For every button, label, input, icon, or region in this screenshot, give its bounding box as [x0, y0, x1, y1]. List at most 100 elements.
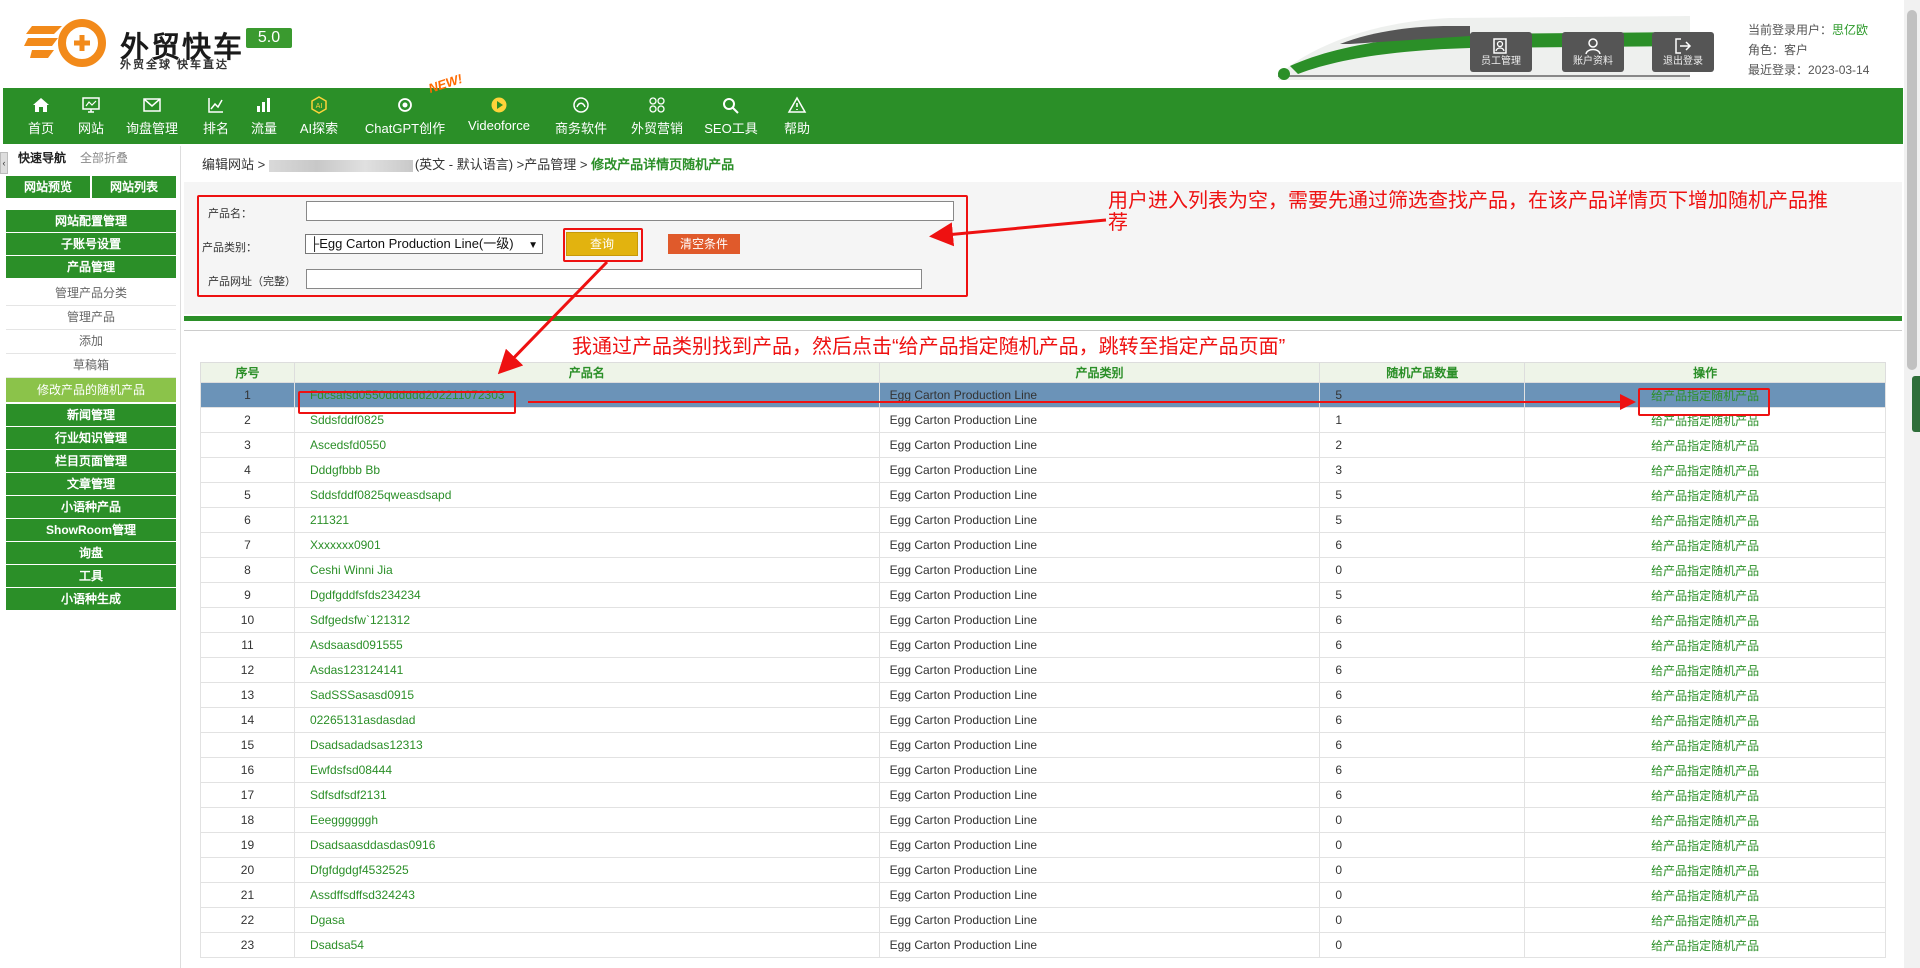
nav-item-software[interactable]: 商务软件 — [551, 88, 611, 144]
row-product-name[interactable]: 211321 — [293, 507, 880, 533]
table-row[interactable]: 23 Dsadsa54 Egg Carton Production Line 0 给产品… — [200, 932, 1886, 958]
nav-item-seo[interactable]: SEO工具 — [703, 88, 759, 144]
assign-random-product-link[interactable]: 给产品指定随机产品 — [1524, 632, 1886, 658]
sidebar-item-6[interactable]: 草稿箱 — [6, 352, 176, 378]
row-product-name[interactable]: Ewfdsfsd08444 — [293, 757, 880, 783]
assign-random-product-link[interactable]: 给产品指定随机产品 — [1524, 782, 1886, 808]
table-row[interactable]: 10 Sdfgedsfw`121312 Egg Carton Production … — [200, 607, 1886, 633]
assign-random-product-link[interactable]: 给产品指定随机产品 — [1524, 607, 1886, 633]
table-row[interactable]: 6 211321 Egg Carton Production Line 5 给产品指定随… — [200, 507, 1886, 533]
assign-random-product-link[interactable]: 给产品指定随机产品 — [1524, 757, 1886, 783]
row-product-name[interactable]: Sdfsdfsdf2131 — [293, 782, 880, 808]
nav-item-traffic[interactable]: 流量 — [247, 88, 281, 144]
product-category-select[interactable]: ├Egg Carton Production Line(一级) ▼ — [305, 234, 543, 254]
row-product-name[interactable]: Fdcsafsd0550dddddd202211072303 — [293, 382, 880, 408]
row-product-name[interactable]: Dfgfdgdgf4532525 — [293, 857, 880, 883]
table-row[interactable]: 22 Dgasa Egg Carton Production Line 0 给产品指定随… — [200, 907, 1886, 933]
row-product-name[interactable]: Ascedsfd0550 — [293, 432, 880, 458]
assign-random-product-link[interactable]: 给产品指定随机产品 — [1524, 682, 1886, 708]
assign-random-product-link[interactable]: 给产品指定随机产品 — [1524, 557, 1886, 583]
row-product-name[interactable]: Dsadsadadsas12313 — [293, 732, 880, 758]
table-row[interactable]: 2 Sddsfddf0825 Egg Carton Production Line 1… — [200, 407, 1886, 433]
breadcrumb-edit-site[interactable]: 编辑网站 > — [202, 157, 265, 172]
table-row[interactable]: 19 Dsadsaasddasdas0916 Egg Carton Producti… — [200, 832, 1886, 858]
row-product-name[interactable]: Dgdfgddfsfds234234 — [293, 582, 880, 608]
row-product-name[interactable]: Asdsaasd091555 — [293, 632, 880, 658]
query-button[interactable]: 查询 — [566, 232, 638, 256]
row-product-name[interactable]: Eeeggggggh — [293, 807, 880, 833]
assign-random-product-link[interactable]: 给产品指定随机产品 — [1524, 532, 1886, 558]
row-product-name[interactable]: Dsadsa54 — [293, 932, 880, 958]
table-row[interactable]: 21 Assdffsdffsd324243 Egg Carton Productio… — [200, 882, 1886, 908]
staff-management-button[interactable]: 员工管理 — [1470, 32, 1532, 72]
table-row[interactable]: 9 Dgdfgddfsfds234234 Egg Carton Production… — [200, 582, 1886, 608]
assign-random-product-link[interactable]: 给产品指定随机产品 — [1524, 707, 1886, 733]
sidebar-item-15[interactable]: 工具 — [6, 565, 176, 587]
breadcrumb-path[interactable]: (英文 - 默认语言) >产品管理 > — [415, 157, 588, 172]
nav-item-chatgpt[interactable]: ChatGPT创作 — [359, 88, 451, 144]
table-row[interactable]: 1 Fdcsafsd0550dddddd202211072303 Egg Carto… — [200, 382, 1886, 408]
assign-random-product-link[interactable]: 给产品指定随机产品 — [1524, 507, 1886, 533]
table-row[interactable]: 16 Ewfdsfsd08444 Egg Carton Production Lin… — [200, 757, 1886, 783]
site-preview-button[interactable]: 网站预览 — [6, 176, 90, 198]
row-product-name[interactable]: Dsadsaasddasdas0916 — [293, 832, 880, 858]
table-row[interactable]: 7 Xxxxxxx0901 Egg Carton Production Line 6 给… — [200, 532, 1886, 558]
sidebar-item-1[interactable]: 子账号设置 — [6, 233, 176, 255]
table-row[interactable]: 18 Eeeggggggh Egg Carton Production Line 0 给… — [200, 807, 1886, 833]
row-product-name[interactable]: Assdffsdffsd324243 — [293, 882, 880, 908]
logout-button[interactable]: 退出登录 — [1652, 32, 1714, 72]
assign-random-product-link[interactable]: 给产品指定随机产品 — [1524, 657, 1886, 683]
table-row[interactable]: 20 Dfgfdgdgf4532525 Egg Carton Production … — [200, 857, 1886, 883]
assign-random-product-link[interactable]: 给产品指定随机产品 — [1524, 432, 1886, 458]
row-product-name[interactable]: Ceshi Winni Jia — [293, 557, 880, 583]
sidebar-item-16[interactable]: 小语种生成 — [6, 588, 176, 610]
site-list-button[interactable]: 网站列表 — [92, 176, 176, 198]
product-url-input[interactable] — [306, 269, 922, 289]
assign-random-product-link[interactable]: 给产品指定随机产品 — [1524, 732, 1886, 758]
row-product-name[interactable]: Sddsfddf0825qweasdsapd — [293, 482, 880, 508]
scrollbar-thumb[interactable] — [1907, 10, 1917, 370]
row-product-name[interactable]: Xxxxxxx0901 — [293, 532, 880, 558]
sidebar-item-4[interactable]: 管理产品 — [6, 304, 176, 330]
table-row[interactable]: 5 Sddsfddf0825qweasdsapd Egg Carton Produc… — [200, 482, 1886, 508]
row-product-name[interactable]: Dgasa — [293, 907, 880, 933]
row-product-name[interactable]: Asdas123124141 — [293, 657, 880, 683]
row-product-name[interactable]: SadSSSasasd0915 — [293, 682, 880, 708]
assign-random-product-link[interactable]: 给产品指定随机产品 — [1524, 857, 1886, 883]
table-row[interactable]: 17 Sdfsdfsdf2131 Egg Carton Production Lin… — [200, 782, 1886, 808]
assign-random-product-link[interactable]: 给产品指定随机产品 — [1524, 832, 1886, 858]
collapse-all-link[interactable]: 全部折叠 — [80, 146, 128, 170]
table-row[interactable]: 15 Dsadsadadsas12313 Egg Carton Production… — [200, 732, 1886, 758]
sidebar-item-8[interactable]: 新闻管理 — [6, 404, 176, 426]
nav-item-ai[interactable]: AI AI探索 — [297, 88, 341, 144]
table-row[interactable]: 4 Dddgfbbb Bb Egg Carton Production Line 3 给… — [200, 457, 1886, 483]
table-row[interactable]: 3 Ascedsfd0550 Egg Carton Production Line 2… — [200, 432, 1886, 458]
assign-random-product-link[interactable]: 给产品指定随机产品 — [1524, 482, 1886, 508]
sidebar-item-12[interactable]: 小语种产品 — [6, 496, 176, 518]
row-product-name[interactable]: Sddsfddf0825 — [293, 407, 880, 433]
sidebar-item-11[interactable]: 文章管理 — [6, 473, 176, 495]
side-widget[interactable] — [1912, 376, 1920, 432]
row-product-name[interactable]: 02265131asdasdad — [293, 707, 880, 733]
nav-item-website[interactable]: 网站 — [71, 88, 111, 144]
clear-conditions-button[interactable]: 清空条件 — [668, 234, 740, 254]
sidebar-item-0[interactable]: 网站配置管理 — [6, 210, 176, 232]
table-row[interactable]: 8 Ceshi Winni Jia Egg Carton Production Li… — [200, 557, 1886, 583]
assign-random-product-link[interactable]: 给产品指定随机产品 — [1524, 382, 1886, 408]
sidebar-item-2[interactable]: 产品管理 — [6, 256, 176, 278]
row-product-name[interactable]: Sdfgedsfw`121312 — [293, 607, 880, 633]
assign-random-product-link[interactable]: 给产品指定随机产品 — [1524, 882, 1886, 908]
sidebar-item-13[interactable]: ShowRoom管理 — [6, 519, 176, 541]
nav-item-help[interactable]: 帮助 — [777, 88, 817, 144]
table-row[interactable]: 11 Asdsaasd091555 Egg Carton Production Li… — [200, 632, 1886, 658]
nav-item-videoforce[interactable]: Videoforce — [463, 88, 535, 144]
assign-random-product-link[interactable]: 给产品指定随机产品 — [1524, 807, 1886, 833]
product-name-input[interactable] — [306, 201, 954, 221]
sidebar-item-3[interactable]: 管理产品分类 — [6, 280, 176, 306]
assign-random-product-link[interactable]: 给产品指定随机产品 — [1524, 907, 1886, 933]
quick-nav-label[interactable]: 快速导航 — [18, 146, 66, 170]
sidebar-item-5[interactable]: 添加 — [6, 328, 176, 354]
sidebar-item-9[interactable]: 行业知识管理 — [6, 427, 176, 449]
nav-item-inquiry[interactable]: 询盘管理 — [121, 88, 183, 144]
assign-random-product-link[interactable]: 给产品指定随机产品 — [1524, 407, 1886, 433]
